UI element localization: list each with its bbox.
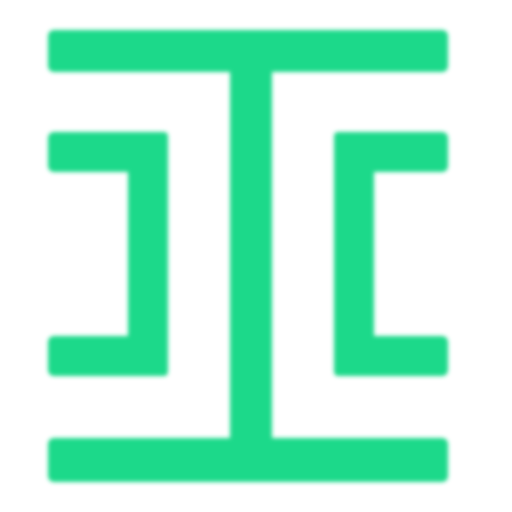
right-bracket-bottom <box>334 336 448 376</box>
text-cursor-icon <box>0 0 512 512</box>
text-cursor-glyph <box>48 30 448 482</box>
left-bracket-bottom <box>48 336 168 376</box>
app-icon-canvas <box>0 0 512 512</box>
center-stem <box>230 60 272 450</box>
